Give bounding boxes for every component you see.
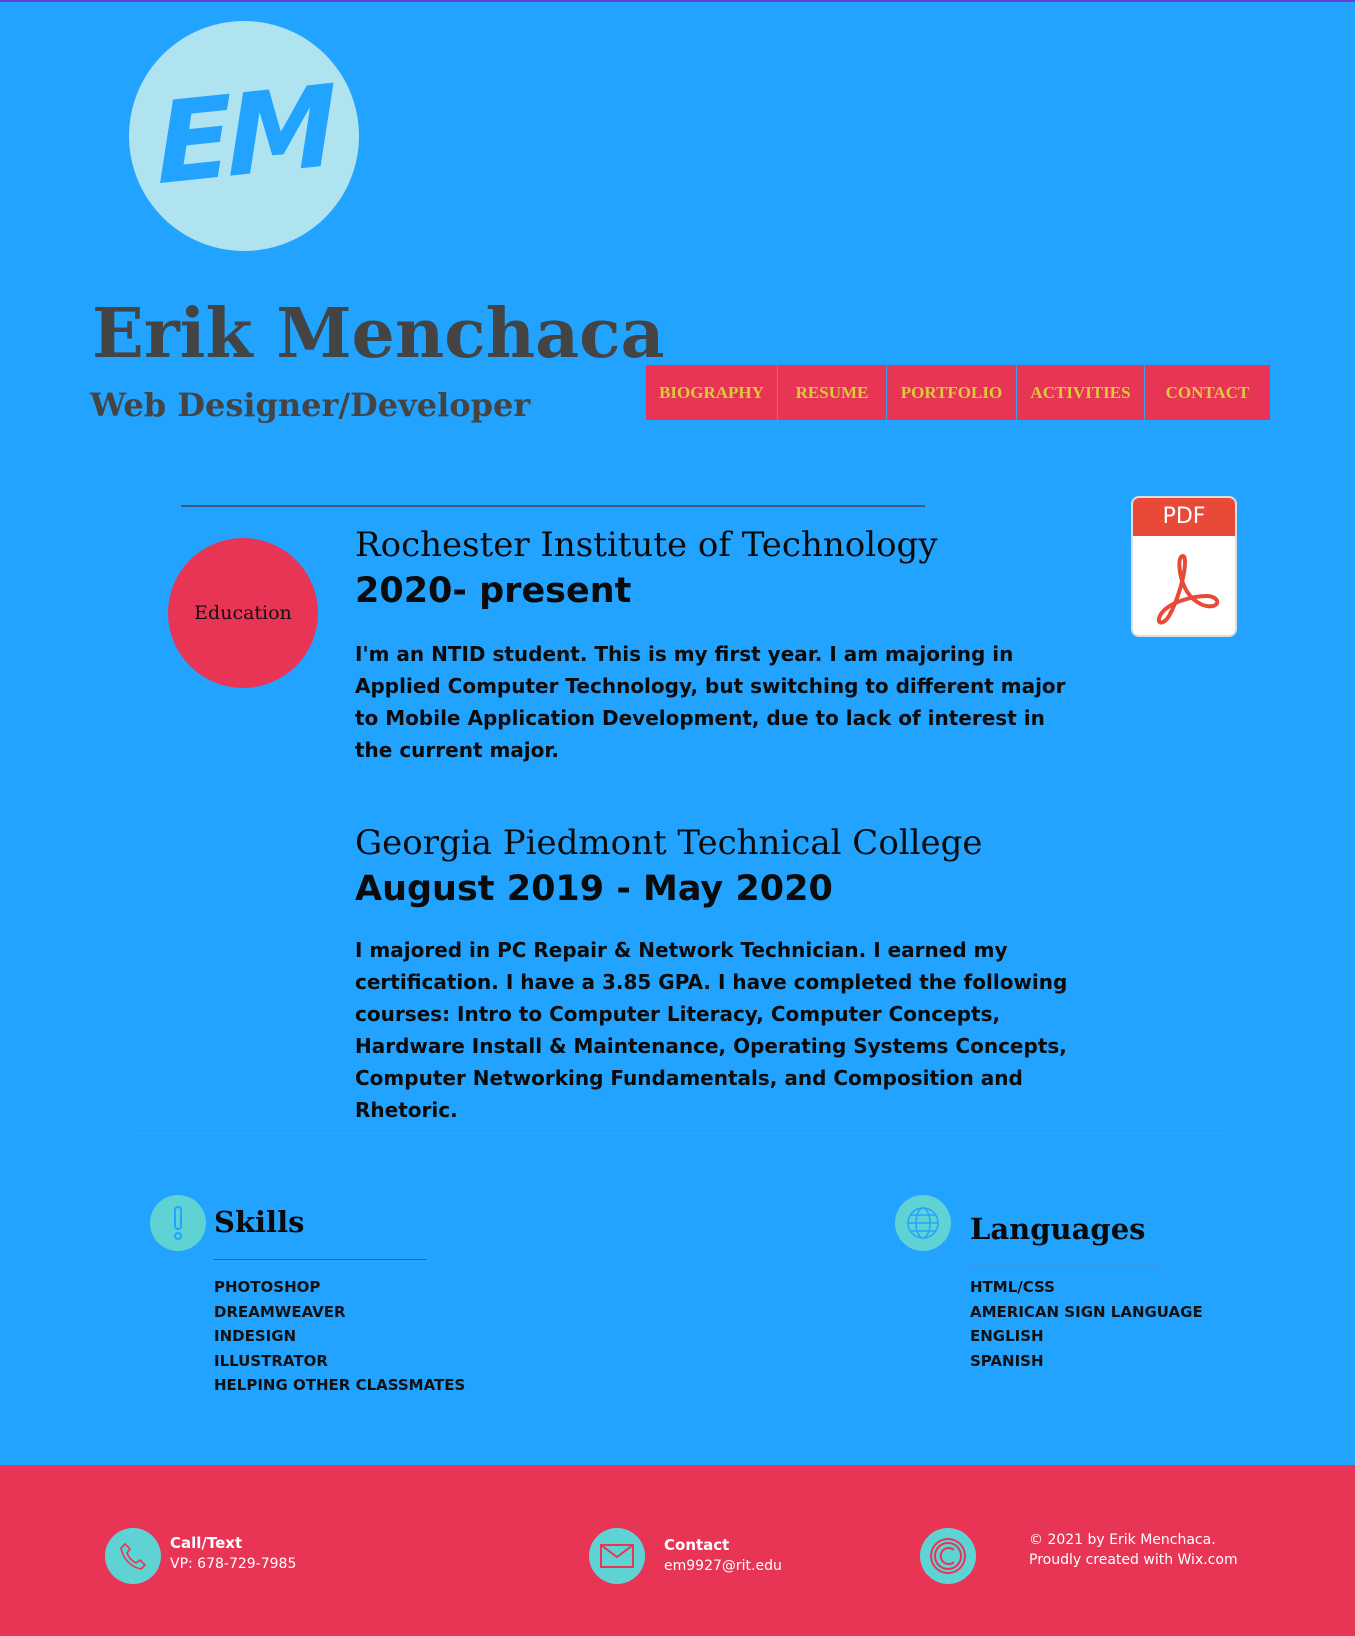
skills-underline (214, 1259, 426, 1260)
school-dates: 2020- present (355, 571, 632, 611)
skill-item: DREAMWEAVER (214, 1302, 346, 1321)
contact-info: Contact em9927@rit.edu (664, 1535, 782, 1576)
school-name: Georgia Piedmont Technical College (355, 823, 983, 863)
contact-title: Contact (664, 1536, 730, 1554)
school-dates: August 2019 - May 2020 (355, 869, 833, 909)
globe-icon (895, 1195, 951, 1251)
envelope-icon (589, 1528, 645, 1584)
call-info: Call/Text VP: 678-729-7985 (170, 1533, 296, 1574)
main-nav: BIOGRAPHY RESUME PORTFOLIO ACTIVITIES CO… (646, 365, 1270, 420)
copyright-text: © 2021 by Erik Menchaca. Proudly created… (1029, 1530, 1238, 1570)
site-title: Erik Menchaca (92, 294, 665, 374)
languages-title: Languages (970, 1212, 1146, 1246)
footer: Call/Text VP: 678-729-7985 Contact em992… (0, 1465, 1355, 1636)
section-divider (133, 1133, 1225, 1134)
copyright-icon (920, 1528, 976, 1584)
skill-item: ILLUSTRATOR (214, 1351, 328, 1370)
site-subtitle: Web Designer/Developer (90, 386, 531, 424)
acrobat-icon (1156, 553, 1220, 625)
education-badge: Education (168, 538, 318, 688)
nav-activities[interactable]: ACTIVITIES (1017, 365, 1145, 420)
pdf-label: PDF (1133, 498, 1235, 536)
school-description: I majored in PC Repair & Network Technic… (355, 938, 1068, 1122)
wix-credit[interactable]: Proudly created with Wix.com (1029, 1550, 1238, 1570)
exclamation-icon (150, 1195, 206, 1251)
logo-text: EM (154, 61, 334, 211)
skill-item: HELPING OTHER CLASSMATES (214, 1376, 466, 1394)
languages-underline (970, 1264, 1160, 1265)
call-title: Call/Text (170, 1534, 243, 1552)
email-link[interactable]: em9927@rit.edu (664, 1558, 782, 1574)
language-item: SPANISH (970, 1351, 1044, 1370)
languages-list: HTML/CSS AMERICAN SIGN LANGUAGE ENGLISH … (970, 1275, 1203, 1373)
skill-item: INDESIGN (214, 1327, 297, 1345)
nav-biography[interactable]: BIOGRAPHY (646, 365, 778, 420)
phone-number[interactable]: VP: 678-729-7985 (170, 1556, 296, 1572)
nav-contact[interactable]: CONTACT (1145, 365, 1270, 420)
copyright-line: © 2021 by Erik Menchaca. (1029, 1532, 1216, 1548)
language-item: ENGLISH (970, 1327, 1044, 1345)
skills-title: Skills (214, 1205, 305, 1239)
school-description: I'm an NTID student. This is my first ye… (355, 642, 1066, 762)
skill-item: PHOTOSHOP (214, 1278, 321, 1296)
phone-icon (105, 1528, 161, 1584)
school-name: Rochester Institute of Technology (355, 525, 938, 565)
skills-list: PHOTOSHOP DREAMWEAVER INDESIGN ILLUSTRAT… (214, 1275, 465, 1398)
language-item: AMERICAN SIGN LANGUAGE (970, 1302, 1203, 1321)
logo[interactable]: EM (129, 21, 359, 251)
language-item: HTML/CSS (970, 1278, 1055, 1296)
pdf-download-button[interactable]: PDF (1131, 496, 1237, 637)
nav-portfolio[interactable]: PORTFOLIO (887, 365, 1017, 420)
divider (181, 505, 925, 507)
nav-resume[interactable]: RESUME (778, 365, 887, 420)
